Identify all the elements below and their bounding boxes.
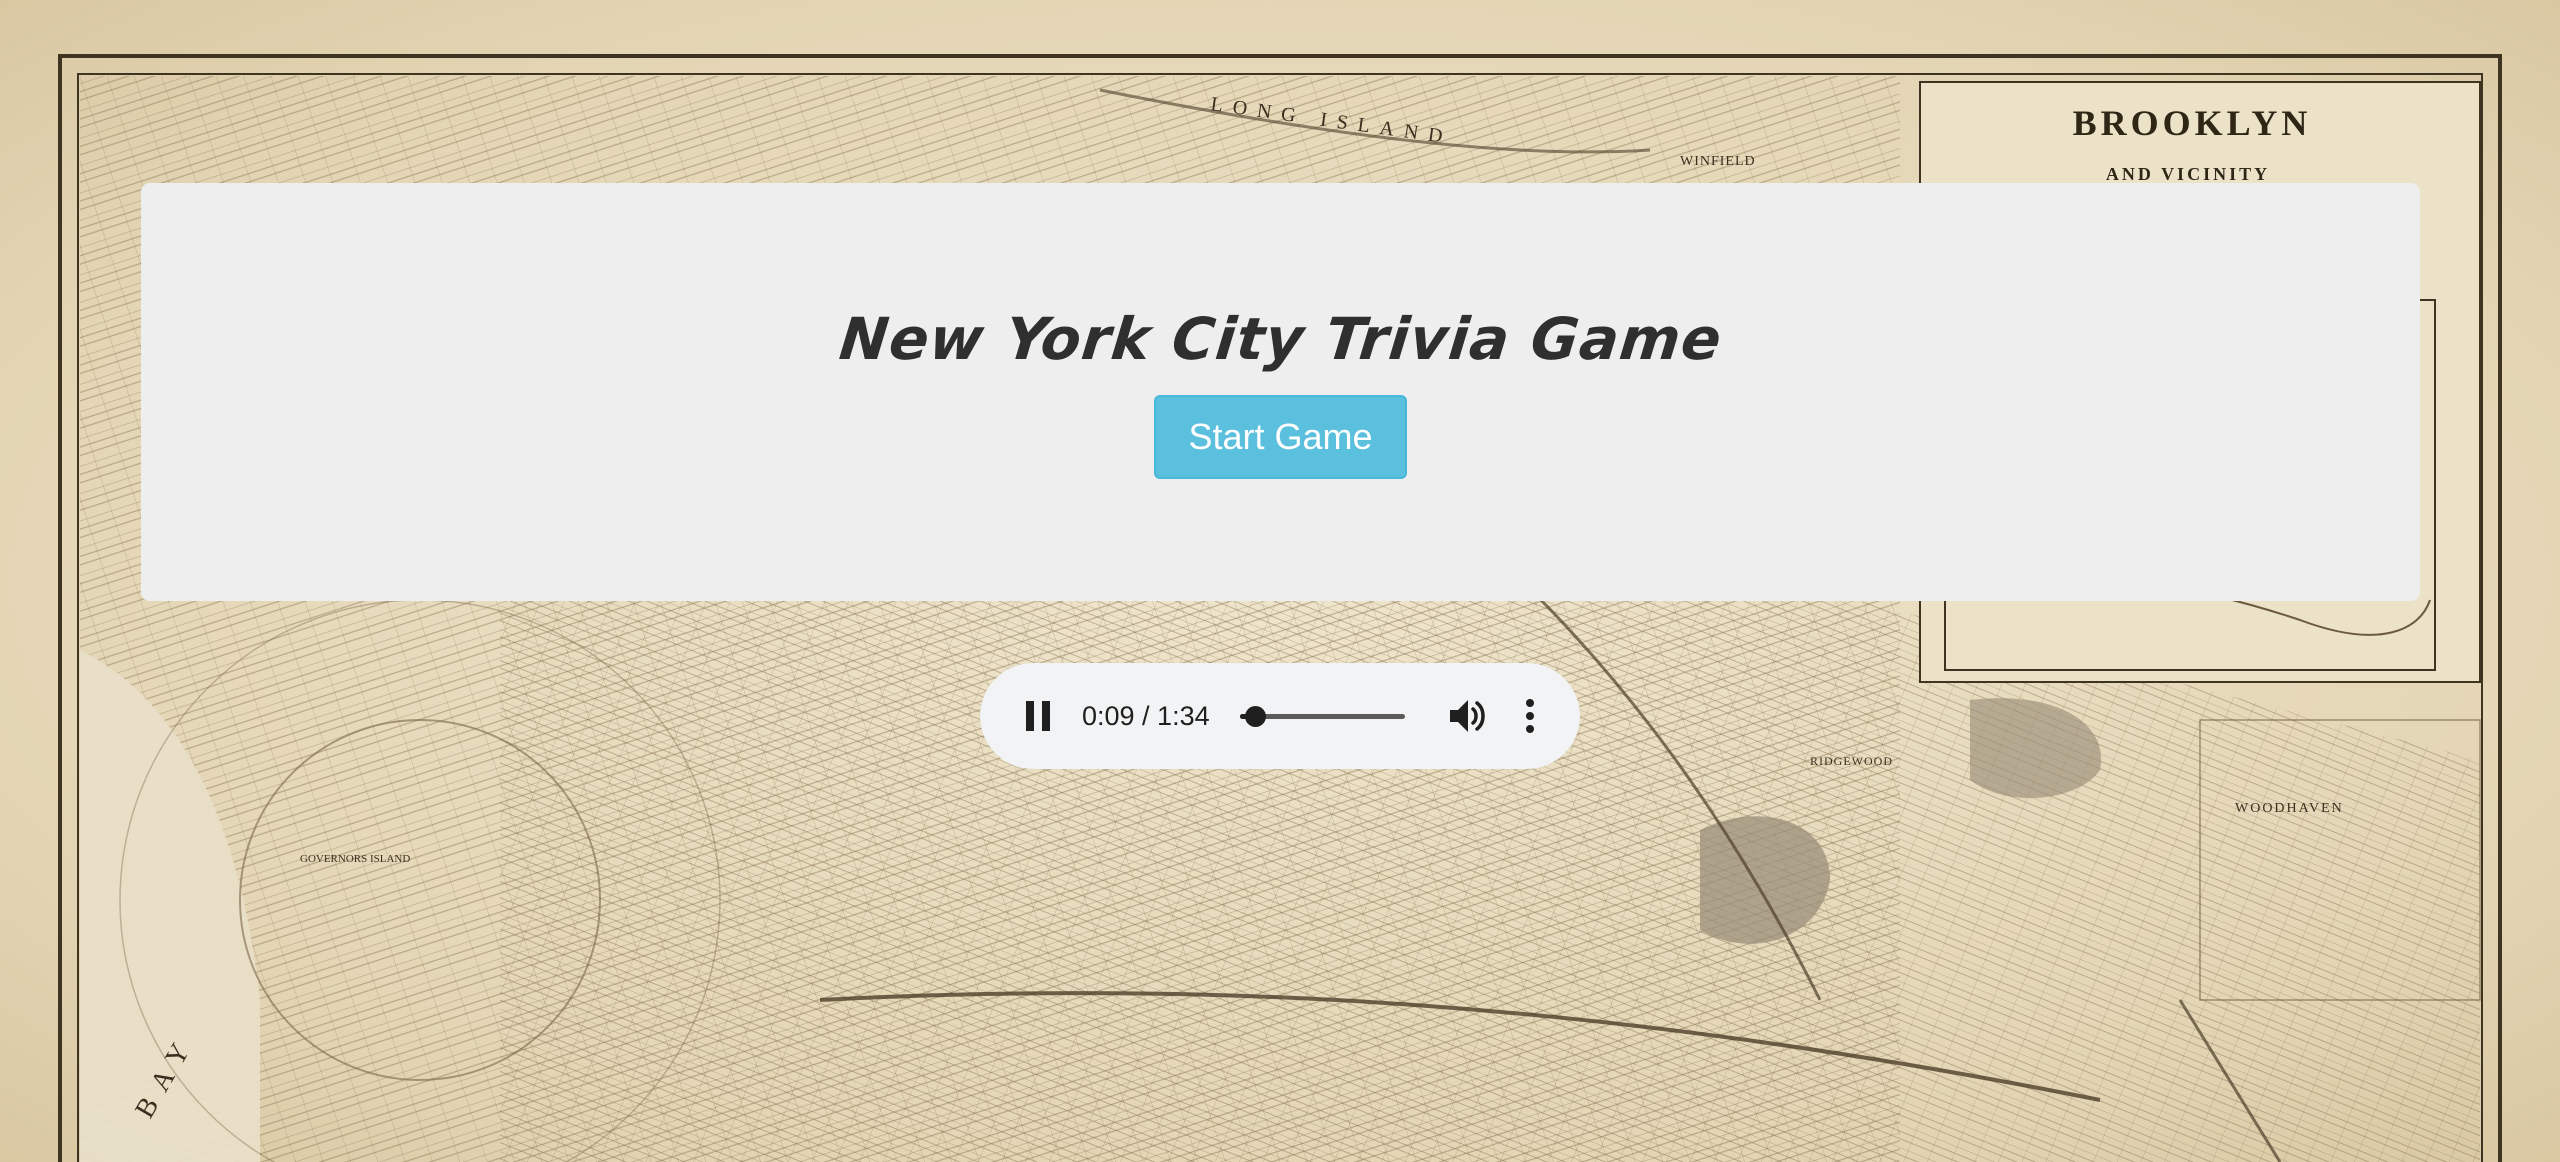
title-card: New York City Trivia Game Start Game bbox=[141, 183, 2420, 601]
map-label-woodhaven: WOODHAVEN bbox=[2235, 801, 2344, 816]
page-title: New York City Trivia Game bbox=[836, 305, 1725, 373]
more-options-button[interactable] bbox=[1515, 692, 1545, 740]
time-display: 0:09 / 1:34 bbox=[1082, 700, 1210, 731]
seek-thumb[interactable] bbox=[1245, 706, 1267, 727]
start-game-button[interactable]: Start Game bbox=[1154, 395, 1407, 479]
pause-button[interactable] bbox=[1016, 694, 1060, 738]
pause-icon bbox=[1026, 701, 1050, 731]
more-options-icon bbox=[1525, 699, 1534, 733]
map-title-text: BROOKLYN bbox=[2073, 103, 2312, 143]
seek-slider[interactable] bbox=[1239, 702, 1405, 730]
volume-button[interactable] bbox=[1445, 692, 1493, 740]
map-label-winfield: WINFIELD bbox=[1680, 154, 1756, 169]
map-subtitle-text: AND VICINITY bbox=[2106, 164, 2270, 184]
volume-icon bbox=[1449, 700, 1485, 732]
map-label-ridgewood: RIDGEWOOD bbox=[1810, 754, 1893, 768]
page: BROOKLYN AND VICINITY LONG ISLAND WINFIE… bbox=[0, 0, 2560, 1162]
map-label-governors-island: GOVERNORS ISLAND bbox=[300, 853, 410, 865]
audio-player: 0:09 / 1:34 bbox=[980, 663, 1580, 769]
